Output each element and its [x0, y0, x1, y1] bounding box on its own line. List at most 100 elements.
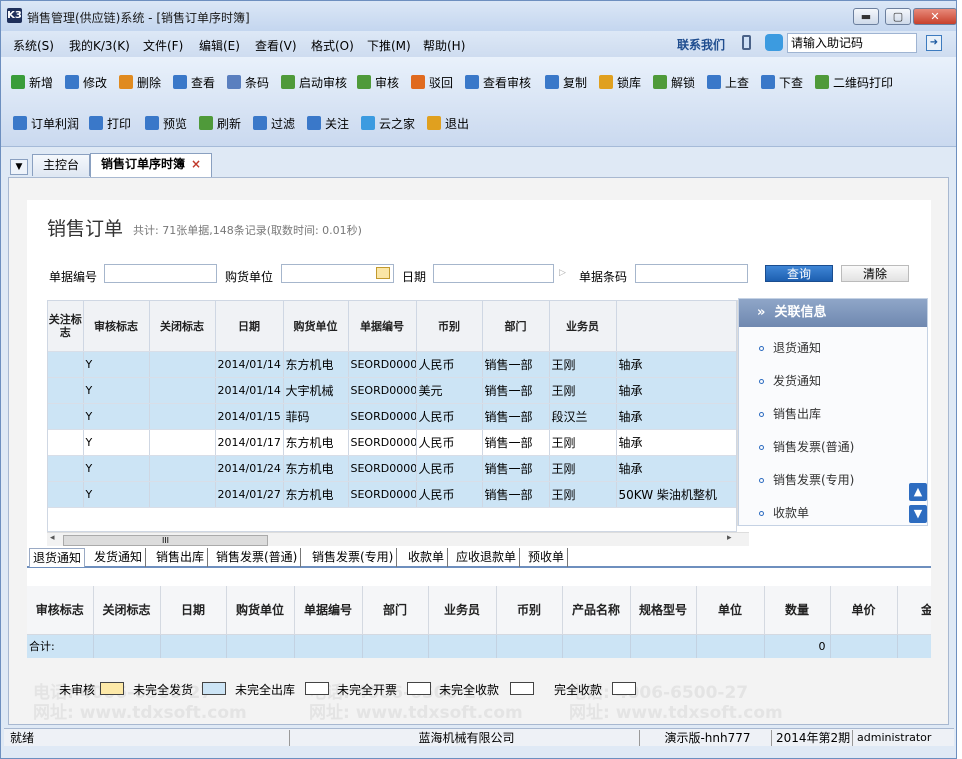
subtab-related-doc[interactable]: 应收退款单	[453, 548, 521, 567]
detail-column-header[interactable]: 币别	[496, 586, 563, 635]
detail-column-header[interactable]: 规格型号	[630, 586, 697, 635]
toolbar-view-button[interactable]: 查看	[173, 74, 215, 92]
detail-column-header[interactable]: 购货单位	[226, 586, 295, 635]
detail-column-header[interactable]: 业务员	[428, 586, 497, 635]
toolbar-exit-button[interactable]: 退出	[427, 115, 469, 133]
arrow-up-icon[interactable]: ▲	[909, 483, 927, 501]
toolbar-cloud-button[interactable]: 云之家	[361, 115, 415, 133]
detail-column-header[interactable]: 数量	[764, 586, 831, 635]
related-info-item[interactable]: 退货通知	[759, 339, 821, 356]
subtab-related-doc[interactable]: 销售发票(普通)	[213, 548, 302, 567]
detail-column-header[interactable]: 部门	[362, 586, 429, 635]
grid-column-header[interactable]: 部门	[482, 301, 550, 352]
date-input[interactable]	[433, 264, 554, 283]
customer-lookup-icon[interactable]	[376, 267, 390, 279]
grid-column-header[interactable]: 关闭标志	[149, 301, 216, 352]
toolbar-down-query-button[interactable]: 下查	[761, 74, 803, 92]
subtab-related-doc[interactable]: 销售发票(专用)	[309, 548, 398, 567]
toolbar-preview-button[interactable]: 预览	[145, 115, 187, 133]
menu-push-down[interactable]: 下推(M)	[367, 37, 411, 54]
related-info-item[interactable]: 收款单	[759, 504, 809, 521]
detail-column-header[interactable]: 审核标志	[27, 586, 94, 635]
detail-column-header[interactable]: 单价	[830, 586, 898, 635]
toolbar-qrcode-button[interactable]: 二维码打印	[815, 74, 893, 92]
toolbar-start-audit-button[interactable]: 启动审核	[281, 74, 347, 92]
grid-horizontal-scrollbar[interactable]: ◂ III ▸	[47, 532, 749, 546]
tab-close-icon[interactable]: ×	[191, 157, 201, 171]
toolbar-reject-button[interactable]: 驳回	[411, 74, 453, 92]
table-row[interactable]: Y 2014/01/14大宇机械SEORD000002美元销售一部王刚轴承	[48, 377, 736, 404]
help-code-input[interactable]: 请输入助记码	[787, 33, 917, 53]
minimize-icon[interactable]: ▬	[853, 8, 879, 25]
table-row[interactable]: Y 2014/01/24东方机电SEORD000006人民币销售一部王刚轴承	[48, 455, 736, 482]
toolbar-delete-button[interactable]: 删除	[119, 74, 161, 92]
cloud-icon[interactable]	[765, 34, 783, 51]
phone-icon[interactable]	[742, 35, 751, 50]
related-info-item[interactable]: 发货通知	[759, 372, 821, 389]
detail-column-header[interactable]: 单位	[696, 586, 765, 635]
grid-column-header[interactable]: 日期	[215, 301, 284, 352]
maximize-icon[interactable]: ▢	[885, 8, 911, 25]
toolbar-profit-button[interactable]: 订单利润	[13, 115, 79, 133]
menu-help[interactable]: 帮助(H)	[423, 37, 465, 54]
toolbar-copy-button[interactable]: 复制	[545, 74, 587, 92]
subtab-related-doc[interactable]: 预收单	[525, 548, 569, 567]
grid-hscroll-thumb[interactable]: III	[63, 535, 268, 546]
barcode-input[interactable]	[635, 264, 748, 283]
subtab-related-doc[interactable]: 退货通知	[29, 548, 86, 567]
detail-column-header[interactable]: 日期	[160, 586, 227, 635]
customer-input[interactable]	[281, 264, 394, 283]
arrow-down-icon[interactable]: ▼	[909, 505, 927, 523]
toolbar-view-audit-button[interactable]: 查看审核	[465, 74, 531, 92]
detail-column-header[interactable]: 单据编号	[294, 586, 363, 635]
tab-main-console[interactable]: 主控台	[32, 154, 91, 176]
detail-column-header[interactable]: 关闭标志	[93, 586, 161, 635]
toolbar-refresh-button[interactable]: 刷新	[199, 115, 241, 133]
menu-edit[interactable]: 编辑(E)	[199, 37, 240, 54]
toolbar-follow-button[interactable]: 关注	[307, 115, 349, 133]
menu-format[interactable]: 格式(O)	[311, 37, 354, 54]
related-info-item[interactable]: 销售发票(普通)	[759, 438, 854, 455]
bill-no-input[interactable]	[104, 264, 217, 283]
subtab-related-doc[interactable]: 销售出库	[153, 548, 209, 567]
detail-column-header[interactable]: 产品名称	[562, 586, 631, 635]
table-row[interactable]: Y 2014/01/27东方机电SEORD000007人民币销售一部王刚50KW …	[48, 481, 736, 508]
toolbar-edit-button[interactable]: 修改	[65, 74, 107, 92]
help-code-go-icon[interactable]: ➜	[926, 35, 942, 51]
toolbar-unlock-button[interactable]: 解锁	[653, 74, 695, 92]
date-arrow-icon[interactable]: ▷	[559, 268, 566, 278]
grid-column-header[interactable]: 审核标志	[83, 301, 150, 352]
related-info-header[interactable]: » 关联信息	[739, 299, 927, 327]
scroll-right-icon[interactable]: ▸	[727, 533, 732, 543]
grid-column-header[interactable]: 业务员	[549, 301, 617, 352]
table-row[interactable]: Y 2014/01/17东方机电SEORD000005人民币销售一部王刚轴承	[48, 429, 736, 456]
toolbar-up-query-button[interactable]: 上查	[707, 74, 749, 92]
toolbar-filter-button[interactable]: 过滤	[253, 115, 295, 133]
toolbar-lock-button[interactable]: 锁库	[599, 74, 641, 92]
detail-column-header[interactable]: 金	[897, 586, 931, 635]
menu-file[interactable]: 文件(F)	[143, 37, 183, 54]
toolbar-add-button[interactable]: 新增	[11, 74, 53, 92]
grid-column-header[interactable]: 币别	[416, 301, 483, 352]
menu-my-k3[interactable]: 我的K/3(K)	[69, 37, 130, 54]
related-info-item[interactable]: 销售出库	[759, 405, 821, 422]
menu-view[interactable]: 查看(V)	[255, 37, 297, 54]
subtab-related-doc[interactable]: 收款单	[405, 548, 449, 567]
tab-sales-order-journal[interactable]: 销售订单序时簿 ×	[90, 153, 213, 177]
contact-us-link[interactable]: 联系我们	[677, 36, 725, 53]
query-button[interactable]: 查询	[765, 265, 833, 282]
related-info-item[interactable]: 销售发票(专用)	[759, 471, 854, 488]
grid-column-header[interactable]: 购货单位	[283, 301, 349, 352]
subtab-related-doc[interactable]: 发货通知	[91, 548, 147, 567]
menu-system[interactable]: 系统(S)	[13, 37, 54, 54]
close-icon[interactable]: ✕	[913, 8, 957, 25]
grid-column-header[interactable]: 产品	[616, 301, 736, 352]
toolbar-barcode-button[interactable]: 条码	[227, 74, 269, 92]
toolbar-audit-button[interactable]: 审核	[357, 74, 399, 92]
grid-column-header[interactable]: 关注标志	[48, 301, 84, 352]
toolbar-print-button[interactable]: 打印	[89, 115, 131, 133]
table-row[interactable]: Y 2014/01/14东方机电SEORD000001人民币销售一部王刚轴承	[48, 351, 736, 378]
table-row[interactable]: Y 2014/01/15菲码SEORD000003人民币销售一部段汉兰轴承	[48, 403, 736, 430]
tab-dropdown-icon[interactable]: ▼	[10, 159, 28, 175]
grid-column-header[interactable]: 单据编号	[348, 301, 417, 352]
